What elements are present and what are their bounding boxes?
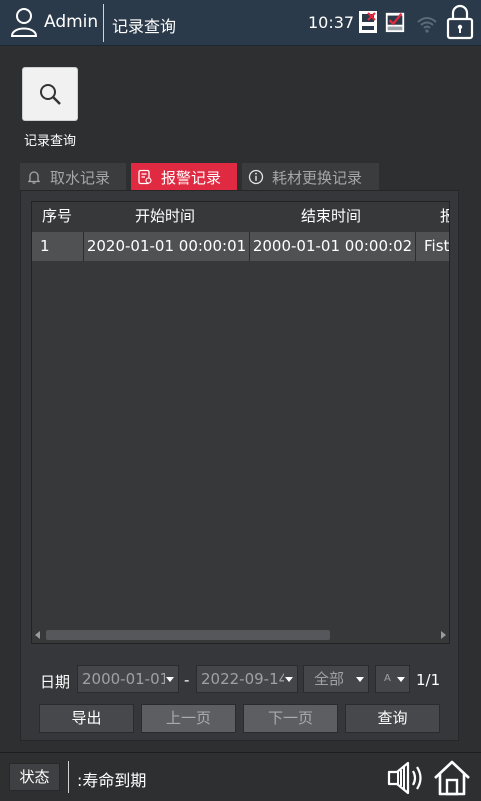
tab-water-records[interactable]: 取水记录 [20, 163, 126, 191]
cell-alarm: Fist [416, 232, 449, 261]
column-header-index[interactable]: 序号 [32, 202, 82, 231]
status-divider [68, 761, 69, 793]
column-header-alarm[interactable]: 报 [414, 202, 449, 231]
scrollbar-thumb[interactable] [46, 630, 330, 640]
bell-icon [27, 171, 41, 184]
date-range-dash: - [184, 671, 190, 689]
next-page-button[interactable]: 下一页 [243, 704, 338, 733]
records-panel: 序号 开始时间 结束时间 报 1 2020-01-01 00:00:01 200… [20, 190, 459, 741]
page-count: 1/1 [416, 671, 441, 689]
type-dropdown[interactable]: 全部 [303, 665, 369, 693]
chevron-down-icon [166, 677, 174, 682]
column-header-end-time[interactable]: 结束时间 [248, 202, 414, 231]
cell-start-time: 2020-01-01 00:00:01 [84, 232, 250, 261]
tab-alarm-records[interactable]: 报警记录 [131, 163, 237, 191]
table-row[interactable]: 1 2020-01-01 00:00:01 2000-01-01 00:00:0… [32, 232, 449, 261]
alarm-doc-icon [138, 169, 152, 185]
date-label: 日期 [40, 673, 71, 691]
search-icon [40, 84, 61, 105]
prev-page-button[interactable]: 上一页 [141, 704, 236, 733]
home-icon[interactable] [432, 759, 472, 797]
cell-end-time: 2000-01-01 00:00:02 [250, 232, 416, 261]
page-size-dropdown[interactable]: A [375, 665, 410, 693]
chevron-down-icon [285, 677, 293, 682]
end-date-dropdown[interactable]: 2022-09-14 [196, 665, 298, 693]
tab-consumable-records[interactable]: 耗材更换记录 [242, 163, 379, 191]
chevron-down-icon [397, 677, 405, 682]
clock: 10:37 [308, 13, 355, 32]
scroll-right-icon[interactable] [441, 631, 446, 639]
page-size-value: A [384, 673, 391, 684]
record-search-shortcut-button[interactable] [22, 67, 78, 121]
end-date-value: 2022-09-14 [201, 670, 284, 688]
wifi-icon [417, 17, 437, 33]
alarm-records-table[interactable]: 序号 开始时间 结束时间 报 1 2020-01-01 00:00:01 200… [31, 201, 450, 644]
shortcut-label: 记录查询 [24, 134, 77, 149]
lock-icon[interactable] [446, 4, 474, 40]
chevron-down-icon [356, 677, 364, 682]
filter-status-icon [359, 11, 377, 33]
bottom-status-bar: 状态 :寿命到期 [0, 752, 481, 801]
scroll-left-icon[interactable] [35, 631, 40, 639]
tab-label: 取水记录 [50, 168, 111, 187]
table-header: 序号 开始时间 结束时间 报 [32, 202, 449, 231]
column-header-start-time[interactable]: 开始时间 [82, 202, 248, 231]
start-date-dropdown[interactable]: 2000-01-01 [77, 665, 179, 693]
user-name[interactable]: Admin [44, 12, 98, 32]
page-title: 记录查询 [112, 17, 177, 36]
tab-label: 耗材更换记录 [272, 168, 363, 187]
type-value: 全部 [314, 670, 345, 688]
info-icon [248, 169, 264, 185]
state-button[interactable]: 状态 [9, 763, 60, 791]
start-date-value: 2000-01-01 [82, 670, 165, 688]
user-icon[interactable] [10, 7, 38, 37]
tank-status-icon [385, 12, 405, 33]
speaker-icon[interactable] [386, 759, 426, 797]
export-button[interactable]: 导出 [39, 704, 134, 733]
horizontal-scrollbar[interactable] [32, 627, 449, 643]
header-divider [103, 4, 104, 42]
cell-index: 1 [32, 232, 84, 261]
state-text: :寿命到期 [77, 771, 147, 790]
top-bar: Admin 记录查询 10:37 [0, 0, 481, 46]
query-button[interactable]: 查询 [345, 704, 440, 733]
tab-label: 报警记录 [161, 168, 222, 187]
